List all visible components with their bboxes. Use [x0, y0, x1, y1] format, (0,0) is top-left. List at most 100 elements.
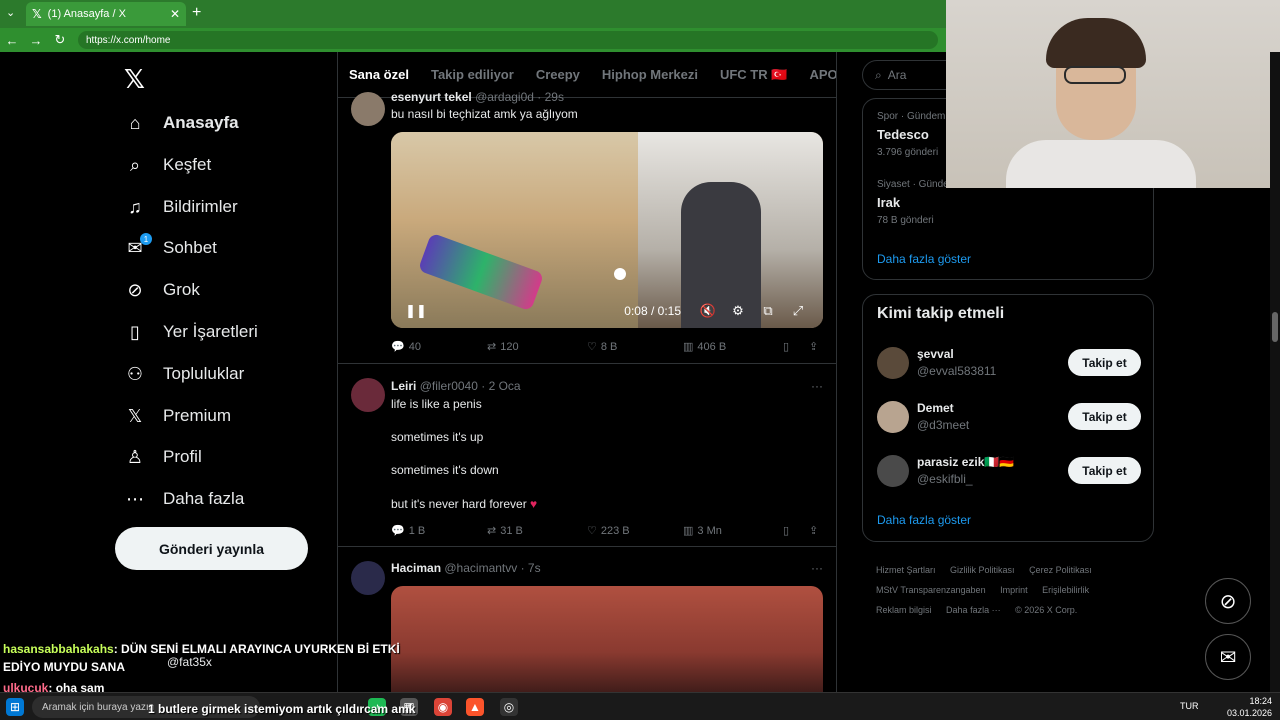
avatar[interactable] [351, 92, 385, 126]
nav-item-bookmarks[interactable]: ▯ Yer İşaretleri [124, 317, 258, 347]
app-icon[interactable]: ◎ [500, 698, 518, 716]
show-more-link[interactable]: Daha fazla göster [877, 252, 971, 266]
avatar[interactable] [351, 561, 385, 595]
tab-creepy[interactable]: Creepy [525, 67, 591, 82]
nav-item-explore[interactable]: ⌕ Keşfet [124, 150, 211, 180]
tweet[interactable]: esenyurt tekel @ardagi0d · 29s bu nasıl … [338, 90, 836, 364]
nav-item-more[interactable]: ⋯ Daha fazla [124, 484, 244, 514]
grok-fab-icon[interactable]: ⊘ [1205, 578, 1251, 624]
who-to-follow-title: Kimi takip etmeli [877, 305, 1005, 322]
views-button[interactable]: ▥ 3 Mn [683, 524, 783, 538]
footer-link[interactable]: Hizmet Şartları [876, 565, 936, 575]
video-player[interactable]: ❚❚ 0:08 / 0:15 🔇 ⚙ ⧉ ⤢ [391, 132, 823, 328]
avatar[interactable] [877, 401, 909, 433]
x-icon: 𝕏 [127, 405, 143, 426]
suggestion-name: şevval [917, 347, 954, 361]
nav-item-home[interactable]: ⌂ Anasayfa [124, 108, 239, 138]
url-field[interactable]: https://x.com/home [78, 31, 938, 49]
repost-button[interactable]: ⇄ 120 [487, 340, 587, 354]
views-button[interactable]: ▥ 406 B [683, 340, 783, 354]
tweet[interactable]: Haciman @hacimantvv · 7s ··· [338, 548, 836, 692]
windows-start-icon[interactable]: ⊞ [6, 698, 24, 716]
follow-button[interactable]: Takip et [1068, 457, 1141, 484]
repost-button[interactable]: ⇄ 31 B [487, 524, 587, 538]
nav-label: Yer İşaretleri [163, 322, 258, 341]
new-tab-icon[interactable]: + [192, 4, 201, 22]
nav-item-profile[interactable]: ♙ Profil [124, 442, 202, 472]
follow-button[interactable]: Takip et [1068, 403, 1141, 430]
x-logo-icon[interactable]: 𝕏 [124, 64, 145, 95]
fullscreen-icon[interactable]: ⤢ [783, 303, 813, 319]
trend-count: 78 B gönderi [877, 215, 934, 226]
keyboard-language[interactable]: TUR [1180, 701, 1199, 711]
chrome-icon[interactable]: ◉ [434, 698, 452, 716]
reload-icon[interactable]: ↻ [48, 32, 72, 48]
nav-item-notifications[interactable]: ♫ Bildirimler [124, 192, 237, 222]
footer-link[interactable]: Çerez Politikası [1029, 565, 1092, 575]
nav-item-chat[interactable]: ✉ 1 Sohbet [124, 233, 217, 263]
back-icon[interactable]: ← [0, 33, 24, 48]
search-icon: ⌕ [875, 67, 882, 82]
post-button[interactable]: Gönderi yayınla [115, 527, 308, 570]
reply-button[interactable]: 💬 40 [391, 340, 487, 354]
tab-ufc-tr[interactable]: UFC TR 🇹🇷 [709, 67, 798, 83]
avatar[interactable] [877, 455, 909, 487]
tweet-image[interactable] [391, 586, 823, 692]
pip-icon[interactable]: ⧉ [753, 303, 783, 319]
scroll-thumb[interactable] [1272, 312, 1278, 342]
bookmark-button[interactable]: ▯ [783, 524, 809, 537]
repost-icon: ⇄ [487, 341, 497, 353]
bookmark-button[interactable]: ▯ [783, 340, 809, 353]
like-button[interactable]: ♡ 8 B [587, 340, 683, 354]
share-button[interactable]: ⇪ [809, 340, 818, 353]
footer-link[interactable]: Gizlilik Politikası [950, 565, 1015, 575]
author-name[interactable]: Haciman [391, 561, 441, 575]
pause-icon[interactable]: ❚❚ [401, 303, 431, 319]
suggestion-name: parasiz ezik🇮🇹🇩🇪 [917, 455, 1015, 469]
avatar[interactable] [351, 378, 385, 412]
footer-link[interactable]: Erişilebilirlik [1042, 585, 1089, 595]
nav-item-communities[interactable]: ⚇ Topluluklar [124, 359, 244, 389]
more-icon[interactable]: ··· [811, 379, 823, 393]
messages-fab-icon[interactable]: ✉ [1205, 634, 1251, 680]
forward-icon[interactable]: → [24, 33, 48, 48]
author-name[interactable]: Leiri [391, 379, 416, 393]
tab-for-you[interactable]: Sana özel [338, 67, 420, 82]
nav-item-premium[interactable]: 𝕏 Premium [124, 401, 231, 431]
clock-date: 03.01.2026 [1226, 708, 1272, 718]
tab-apo[interactable]: APO [798, 67, 836, 82]
tab-list-icon[interactable]: ⌄ [6, 6, 15, 19]
footer-link[interactable]: Imprint [1000, 585, 1028, 595]
tweet[interactable]: Leiri @filer0040 · 2 Oca ··· life is lik… [338, 365, 836, 547]
nav-item-grok[interactable]: ⊘ Grok [124, 275, 199, 305]
trend-name[interactable]: Tedesco [877, 127, 929, 142]
share-button[interactable]: ⇪ [809, 524, 818, 537]
nav-label: Keşfet [163, 155, 212, 174]
page-scrollbar[interactable] [1270, 52, 1280, 692]
reply-button[interactable]: 💬 1 B [391, 524, 487, 538]
avatar[interactable] [877, 347, 909, 379]
chat-message: hasansabbahakahs: DÜN SENİ ELMALI ARAYIN… [3, 642, 400, 656]
footer-link[interactable]: Reklam bilgisi [876, 605, 932, 615]
tweet-text: bu nasıl bi teçhizat amk ya ağlıyom [391, 107, 578, 121]
clock[interactable]: 18:24 03.01.2026 [1227, 695, 1272, 719]
footer-link[interactable]: Daha fazla ··· [946, 605, 1001, 615]
tab-following[interactable]: Takip ediliyor [420, 67, 525, 82]
brave-icon[interactable]: ▲ [466, 698, 484, 716]
tab-hiphop[interactable]: Hiphop Merkezi [591, 67, 709, 82]
video-progress-knob[interactable] [613, 268, 626, 280]
like-button[interactable]: ♡ 223 B [587, 524, 683, 538]
browser-tab[interactable]: 𝕏 (1) Anasayfa / X ✕ [26, 2, 186, 26]
follow-suggestion[interactable]: Demet @d3meet Takip et [877, 401, 1141, 437]
follow-button[interactable]: Takip et [1068, 349, 1141, 376]
trend-name[interactable]: Irak [877, 195, 900, 210]
settings-icon[interactable]: ⚙ [723, 303, 753, 319]
follow-suggestion[interactable]: parasiz ezik🇮🇹🇩🇪 @eskifbli_ Takip et [877, 455, 1141, 491]
show-more-link[interactable]: Daha fazla göster [877, 513, 971, 527]
footer-link[interactable]: MStV Transparenzangaben [876, 585, 986, 595]
follow-suggestion[interactable]: şevval @evval583811 Takip et [877, 347, 1141, 383]
more-icon[interactable]: ··· [811, 561, 823, 575]
close-tab-icon[interactable]: ✕ [170, 7, 180, 21]
mute-icon[interactable]: 🔇 [693, 303, 723, 319]
author-name[interactable]: esenyurt tekel [391, 90, 472, 104]
